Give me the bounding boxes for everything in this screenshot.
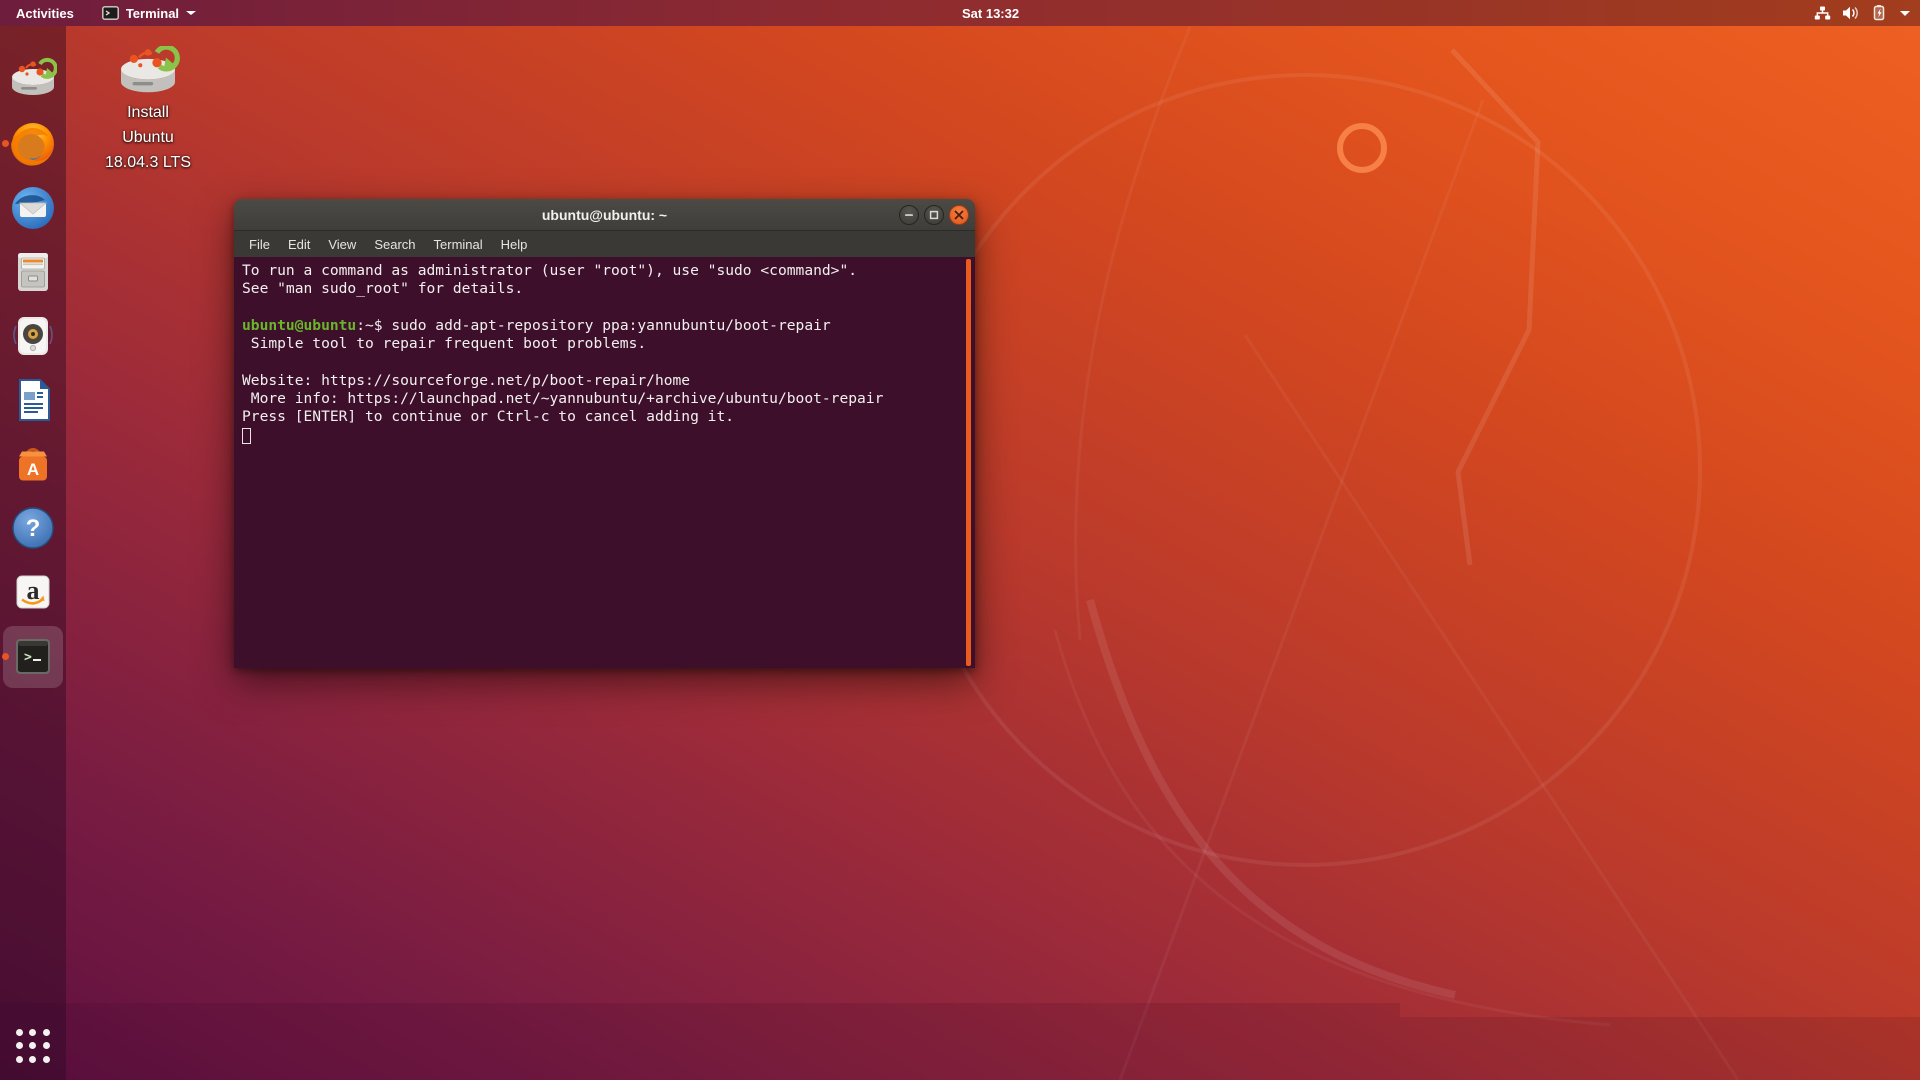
dock-item-thunderbird[interactable] xyxy=(9,184,57,232)
prompt-suffix: :~$ xyxy=(356,317,382,334)
desktop-icon-label-line: Ubuntu xyxy=(103,125,193,150)
svg-text:A: A xyxy=(27,460,39,479)
svg-text:?: ? xyxy=(26,515,41,542)
amazon-icon: a xyxy=(9,568,57,616)
libreoffice-writer-icon xyxy=(9,376,57,424)
menu-edit[interactable]: Edit xyxy=(279,233,319,256)
dock-item-install-ubuntu[interactable] xyxy=(9,56,57,104)
activities-button[interactable]: Activities xyxy=(0,0,90,26)
terminal-cursor xyxy=(242,428,251,444)
terminal-output-area[interactable]: To run a command as administrator (user … xyxy=(234,257,975,668)
terminal-line: To run a command as administrator (user … xyxy=(242,262,967,280)
terminal-line: Simple tool to repair frequent boot prob… xyxy=(242,335,967,353)
maximize-button[interactable] xyxy=(924,205,944,225)
network-wired-icon xyxy=(1814,5,1831,21)
svg-text:a: a xyxy=(27,576,40,605)
minimize-button[interactable] xyxy=(899,205,919,225)
window-controls xyxy=(899,205,969,225)
menu-view[interactable]: View xyxy=(319,233,365,256)
window-title: ubuntu@ubuntu: ~ xyxy=(542,207,667,223)
dock-item-ubuntu-software[interactable]: A xyxy=(9,440,57,488)
terminal-menubar: File Edit View Search Terminal Help xyxy=(234,231,975,257)
chevron-down-icon xyxy=(186,11,196,15)
dock-item-help[interactable]: ? xyxy=(9,504,57,552)
dock: A ? a > xyxy=(0,26,66,1080)
firefox-icon xyxy=(9,120,57,168)
desktop-icon-label-line: 18.04.3 LTS xyxy=(103,150,193,175)
rhythmbox-icon xyxy=(9,312,57,360)
dock-item-libreoffice-writer[interactable] xyxy=(9,376,57,424)
files-cabinet-icon xyxy=(9,248,57,296)
minimize-icon xyxy=(904,210,914,220)
dock-item-files[interactable] xyxy=(9,248,57,296)
terminal-scrollbar[interactable] xyxy=(966,259,971,666)
terminal-line: Website: https://sourceforge.net/p/boot-… xyxy=(242,372,967,390)
dock-item-rhythmbox[interactable] xyxy=(9,312,57,360)
running-indicator-dot xyxy=(2,653,9,660)
dock-item-amazon[interactable]: a xyxy=(9,568,57,616)
system-status-area[interactable] xyxy=(1814,0,1910,26)
app-menu-label: Terminal xyxy=(126,6,179,21)
clock[interactable]: Sat 13:32 xyxy=(962,0,1019,26)
menu-help[interactable]: Help xyxy=(492,233,537,256)
help-icon: ? xyxy=(9,504,57,552)
clock-label: Sat 13:32 xyxy=(962,6,1019,21)
top-bar: Activities Terminal Sat 13:32 xyxy=(0,0,1920,26)
close-icon xyxy=(954,210,964,220)
command-text: sudo add-apt-repository ppa:yannubuntu/b… xyxy=(383,317,831,334)
desktop-icon-install-ubuntu[interactable]: Install Ubuntu 18.04.3 LTS xyxy=(103,46,193,175)
terminal-app-icon: > xyxy=(9,633,57,681)
terminal-cursor-line xyxy=(242,427,967,445)
terminal-line: See "man sudo_root" for details. xyxy=(242,280,967,298)
running-indicator-dot xyxy=(2,140,9,147)
activities-label: Activities xyxy=(16,6,74,21)
install-ubuntu-icon xyxy=(9,56,57,104)
terminal-titlebar[interactable]: ubuntu@ubuntu: ~ xyxy=(234,199,975,231)
terminal-line-blank xyxy=(242,299,967,317)
menu-terminal[interactable]: Terminal xyxy=(425,233,492,256)
maximize-icon xyxy=(929,210,939,220)
menu-search[interactable]: Search xyxy=(365,233,424,256)
chevron-down-icon xyxy=(1900,11,1910,16)
terminal-window: ubuntu@ubuntu: ~ File Edit View Search xyxy=(234,199,975,668)
terminal-window-icon xyxy=(102,6,119,20)
svg-text:>: > xyxy=(24,650,32,665)
terminal-prompt-line: ubuntu@ubuntu:~$ sudo add-apt-repository… xyxy=(242,317,967,335)
menu-file[interactable]: File xyxy=(240,233,279,256)
battery-charging-icon xyxy=(1871,5,1889,21)
install-ubuntu-icon xyxy=(115,46,181,100)
terminal-line: More info: https://launchpad.net/~yannub… xyxy=(242,390,967,408)
volume-icon xyxy=(1842,5,1860,21)
desktop-icon-label-line: Install xyxy=(103,100,193,125)
thunderbird-icon xyxy=(9,184,57,232)
dock-item-firefox[interactable] xyxy=(9,120,57,168)
app-menu-button[interactable]: Terminal xyxy=(90,0,208,26)
terminal-line: Press [ENTER] to continue or Ctrl-c to c… xyxy=(242,408,967,426)
show-applications-button[interactable] xyxy=(13,1026,53,1066)
dock-item-terminal[interactable]: > xyxy=(9,633,57,681)
ubuntu-software-icon: A xyxy=(9,440,57,488)
close-button[interactable] xyxy=(949,205,969,225)
prompt-user-host: ubuntu@ubuntu xyxy=(242,317,356,334)
terminal-line-blank xyxy=(242,353,967,371)
